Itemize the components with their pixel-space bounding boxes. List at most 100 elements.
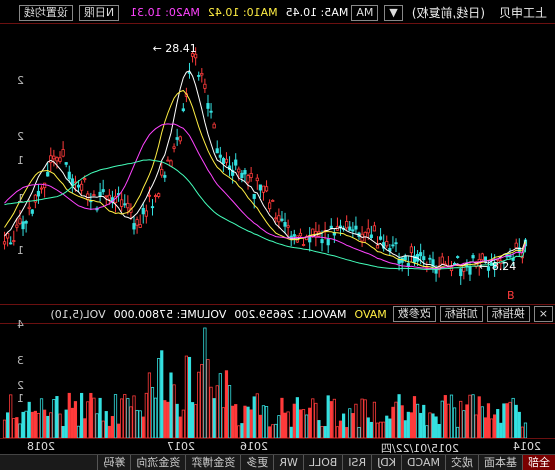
volume-bar xyxy=(449,394,454,438)
candle-body xyxy=(255,177,259,182)
tab-capital-game[interactable]: 资金博弈 xyxy=(185,455,241,470)
volume-bar xyxy=(107,425,111,438)
tab-more[interactable]: 更多 xyxy=(240,455,274,470)
ma-line xyxy=(4,159,526,270)
tab-chips[interactable]: 筹码 xyxy=(97,455,131,470)
candle-body xyxy=(292,234,296,237)
volume-bar xyxy=(79,392,84,438)
volume-bar xyxy=(224,370,229,438)
volume-bar xyxy=(175,403,179,438)
volume-bar xyxy=(295,397,299,438)
ma-settings-button[interactable]: 设置均线 xyxy=(18,4,73,21)
candle-body xyxy=(169,160,173,167)
tab-volume[interactable]: 成交 xyxy=(445,455,478,470)
indicator-name[interactable]: VOL(5,10) xyxy=(50,308,105,321)
volume-bar xyxy=(138,410,142,438)
tab-wr[interactable]: WR xyxy=(273,455,303,470)
candle-body xyxy=(369,234,373,239)
volume-bar xyxy=(277,415,281,438)
volume-bar xyxy=(480,406,484,438)
volume-bar xyxy=(292,403,296,438)
volume-bar xyxy=(456,426,460,438)
change-param-button[interactable]: 改参数 xyxy=(392,306,436,322)
candle-body xyxy=(61,149,65,157)
volume-bar xyxy=(474,414,478,438)
volume-bar xyxy=(231,405,235,438)
tab-boll[interactable]: BOLL xyxy=(302,455,343,470)
volume-bar xyxy=(326,395,330,438)
tab-kdj[interactable]: KDJ xyxy=(371,455,402,470)
ma-chip[interactable]: MA xyxy=(351,4,379,21)
volume-bar xyxy=(446,403,450,438)
ma20-value: MA20: 10.31 xyxy=(130,6,200,19)
candle-body xyxy=(52,155,56,160)
candle-body xyxy=(422,256,426,261)
volume-bar xyxy=(218,373,222,438)
volume-bar xyxy=(477,396,481,438)
volume-chart[interactable] xyxy=(0,324,555,438)
candle-body xyxy=(212,123,216,129)
volume-bar xyxy=(280,397,284,438)
volume-bar xyxy=(240,423,244,438)
volume-bar xyxy=(301,409,306,438)
volume-bar xyxy=(61,426,65,438)
close-indicator-button[interactable]: × xyxy=(533,306,553,322)
candle-body xyxy=(394,242,398,245)
candle-body xyxy=(141,207,145,215)
volume-bar xyxy=(332,398,336,438)
volume-bar xyxy=(73,401,78,438)
volume-bar xyxy=(197,371,201,438)
volume-bar xyxy=(181,409,185,438)
switch-indicator-button[interactable]: 换指标 xyxy=(486,306,530,322)
ma-switch-button[interactable]: ▼ xyxy=(384,4,403,21)
volume-bar xyxy=(187,356,192,438)
candle-body xyxy=(58,157,62,162)
candle-body xyxy=(378,236,383,240)
candle-body xyxy=(366,228,370,234)
tab-all[interactable]: 全部 xyxy=(522,455,555,470)
volume-bar xyxy=(511,397,515,438)
period-label[interactable]: (日线,前复权) xyxy=(406,4,493,21)
candle-body xyxy=(249,173,253,178)
add-indicator-button[interactable]: 加指标 xyxy=(439,306,483,322)
candle-body xyxy=(258,184,262,191)
ma-more-button[interactable]: N日限 xyxy=(78,4,120,21)
volume-bar xyxy=(255,393,259,438)
price-tick: 2 xyxy=(17,74,24,87)
candle-body xyxy=(46,171,50,177)
volume-bar xyxy=(363,399,367,438)
candle-body xyxy=(209,110,213,113)
volume-bar xyxy=(264,406,269,438)
volume-bar xyxy=(58,413,62,438)
candle-body xyxy=(406,263,410,267)
volume-bar xyxy=(30,411,34,438)
volume-bar xyxy=(147,372,152,438)
tab-rsi[interactable]: RSI xyxy=(342,455,372,470)
volume-bar xyxy=(323,426,327,438)
tab-capital-flow[interactable]: 资金流向 xyxy=(130,455,186,470)
volume-bar xyxy=(271,424,275,438)
volume-bar xyxy=(261,405,266,438)
volume-bar xyxy=(92,397,96,438)
volume-bar xyxy=(354,403,358,438)
volume-bar xyxy=(397,394,401,438)
tab-fundamentals[interactable]: 基本面 xyxy=(478,455,522,470)
candle-body xyxy=(157,193,161,197)
candle-body xyxy=(83,178,87,181)
candle-body xyxy=(277,215,281,223)
candle-body xyxy=(283,222,287,227)
ma10-value: MA10: 10.42 xyxy=(207,6,278,19)
volume-bar xyxy=(382,421,386,438)
price-chart[interactable]: ← 28.41 ← 8.24 B xyxy=(0,24,555,304)
volume-bar xyxy=(320,426,324,438)
candle-body xyxy=(221,158,225,164)
candle-body xyxy=(240,172,244,179)
candle-body xyxy=(363,232,367,238)
candle-body xyxy=(98,191,102,197)
volume-bar xyxy=(64,409,68,438)
tab-macd[interactable]: MACD xyxy=(401,455,445,470)
candle-body xyxy=(264,186,269,192)
indicator-tabs: 全部 基本面 成交 MACD KDJ RSI BOLL WR 更多 资金博弈 资… xyxy=(0,454,555,470)
signal-flag: B xyxy=(507,289,515,302)
candle-body xyxy=(237,168,241,173)
